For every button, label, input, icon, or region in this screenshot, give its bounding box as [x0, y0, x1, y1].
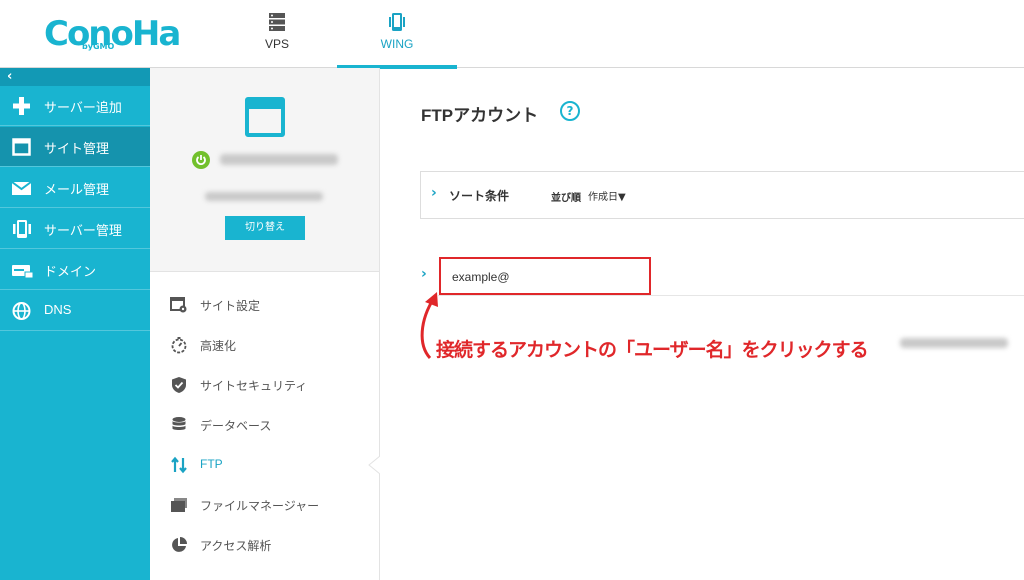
power-icon — [192, 151, 210, 169]
tab-wing[interactable]: WING — [337, 0, 457, 69]
menu-item-label: 高速化 — [200, 339, 237, 353]
menu-item-site-settings[interactable]: サイト設定 — [150, 284, 379, 324]
active-menu-pointer — [368, 456, 380, 474]
sidebar-item-label: サーバー管理 — [44, 223, 122, 238]
window-icon — [11, 137, 33, 157]
menu-item-access-analytics[interactable]: アクセス解析 — [150, 524, 379, 564]
pie-chart-icon — [170, 536, 188, 554]
chevron-right-icon[interactable]: › — [421, 266, 427, 282]
server-icon — [11, 219, 33, 239]
menu-item-label: アクセス解析 — [200, 539, 272, 553]
domain-icon — [11, 260, 34, 280]
menu-item-label: FTP — [200, 457, 223, 471]
shield-icon — [170, 376, 188, 394]
site-panel: 切り替え サイト設定 高速化 サイトセキュリティ データベース FTP ファイル… — [150, 68, 380, 580]
sidebar-item-label: メール管理 — [44, 182, 110, 197]
sidebar-item-mail-management[interactable]: メール管理 — [0, 168, 150, 208]
header: ConoHa byGMO VPS WING — [0, 0, 1024, 69]
help-icon[interactable]: ? — [560, 101, 580, 121]
menu-item-site-security[interactable]: サイトセキュリティ — [150, 364, 379, 404]
tab-wing-label: WING — [380, 37, 414, 51]
sort-order-select[interactable]: 作成日▼ — [588, 188, 626, 203]
account-domain-redacted — [900, 338, 1008, 348]
menu-item-label: データベース — [200, 419, 272, 433]
folder-icon — [170, 496, 188, 514]
sidebar-item-site-management[interactable]: サイト管理 — [0, 127, 150, 167]
sidebar-item-server-management[interactable]: サーバー管理 — [0, 209, 150, 249]
phone-icon — [388, 12, 406, 36]
sidebar-collapse-button[interactable]: ‹ — [0, 68, 150, 86]
menu-item-label: サイトセキュリティ — [200, 379, 308, 393]
sidebar-item-label: DNS — [44, 302, 72, 317]
menu-item-database[interactable]: データベース — [150, 404, 379, 444]
main-content: FTPアカウント ? › ソート条件 並び順 作成日▼ › example@ 接… — [380, 68, 1024, 580]
chevron-left-icon: ‹ — [7, 69, 13, 84]
menu-item-file-manager[interactable]: ファイルマネージャー — [150, 484, 379, 524]
sidebar-item-dns[interactable]: DNS — [0, 291, 150, 331]
annotation-text: 接続するアカウントの「ユーザー名」をクリックする — [436, 339, 869, 361]
server-icon — [268, 12, 286, 36]
stopwatch-icon — [170, 336, 188, 354]
menu-item-label: サイト設定 — [200, 299, 261, 313]
conoha-logo[interactable]: ConoHa byGMO — [44, 12, 181, 56]
sort-label: ソート条件 — [449, 189, 510, 203]
sort-order-label: 並び順 — [551, 193, 581, 204]
site-info-redacted — [205, 192, 323, 201]
menu-item-speedup[interactable]: 高速化 — [150, 324, 379, 364]
page-title: FTPアカウント — [421, 106, 539, 125]
transfer-icon — [170, 456, 188, 474]
sidebar-item-domain[interactable]: ドメイン — [0, 250, 150, 290]
logo-sub: byGMO — [82, 42, 115, 51]
sidebar: ‹ サーバー追加 サイト管理 メール管理 サーバー管理 ドメイン DNS — [0, 68, 150, 580]
mail-icon — [11, 178, 33, 198]
site-window-icon — [245, 97, 285, 137]
sort-panel[interactable]: › ソート条件 並び順 作成日▼ — [420, 171, 1024, 219]
sidebar-item-label: ドメイン — [44, 264, 97, 279]
chevron-right-icon: › — [431, 185, 437, 201]
database-icon — [170, 416, 188, 434]
tab-vps-label: VPS — [264, 37, 289, 51]
globe-icon — [11, 301, 33, 321]
site-card: 切り替え — [150, 68, 379, 272]
site-settings-icon — [170, 296, 188, 314]
highlight-box — [439, 257, 651, 295]
site-domain-redacted — [220, 154, 338, 165]
sidebar-item-add-server[interactable]: サーバー追加 — [0, 86, 150, 126]
menu-item-ftp[interactable]: FTP — [150, 444, 379, 484]
plus-icon — [11, 96, 33, 116]
sidebar-item-label: サーバー追加 — [44, 100, 122, 115]
divider — [438, 295, 1024, 296]
tab-vps[interactable]: VPS — [217, 0, 337, 68]
menu-item-label: ファイルマネージャー — [200, 499, 320, 513]
sidebar-item-label: サイト管理 — [44, 141, 110, 156]
switch-button[interactable]: 切り替え — [225, 216, 305, 240]
